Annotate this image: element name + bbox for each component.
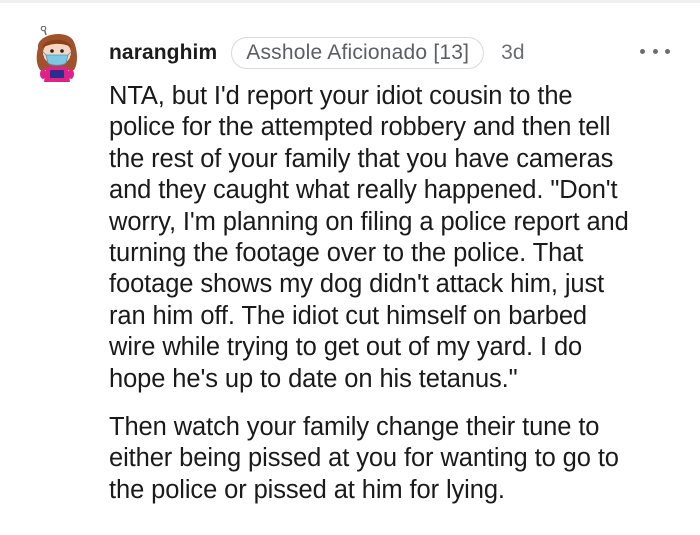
comment: naranghim Asshole Aficionado [13] 3d NTA…: [0, 0, 700, 535]
comment-line: worry, I'm planning on filing a police r…: [109, 207, 629, 236]
comment-line: NTA, but I'd report your idiot cousin to…: [109, 82, 573, 110]
comment-line: footage shows my dog didn't attack him, …: [109, 270, 605, 299]
comment-header: naranghim Asshole Aficionado [13] 3d: [109, 36, 525, 70]
user-flair: Asshole Aficionado [13]: [231, 37, 485, 69]
comment-line: police for the attempted robbery and the…: [109, 113, 611, 142]
comment-line: the police or pissed at him for lying.: [109, 475, 505, 504]
comment-paragraph: Then watch your family change their tune…: [109, 412, 684, 506]
comment-line: wire while trying to get out of my yard.…: [109, 333, 583, 362]
snoo-avatar-icon: [36, 25, 77, 82]
comment-body: NTA, but I'd report your idiot cousin to…: [109, 81, 684, 506]
comment-line: turning the footage over to the police. …: [109, 239, 584, 268]
timestamp[interactable]: 3d: [501, 41, 524, 65]
comment-paragraph: NTA, but I'd report your idiot cousin to…: [109, 81, 684, 395]
comment-line: ran him off. The idiot cut himself on ba…: [109, 301, 588, 330]
more-options-icon-dot: [640, 48, 645, 54]
more-options-icon-dot: [652, 48, 658, 54]
comment-line: the rest of your family that you have ca…: [109, 144, 614, 173]
comment-line: and they caught what really happened. "D…: [109, 176, 618, 205]
comment-line: Then watch your family change their tune…: [109, 413, 600, 442]
comment-line: hope he's up to date on his tetanus.": [109, 364, 518, 393]
more-options-button[interactable]: [640, 40, 670, 62]
comment-line: either being pissed at you for wanting t…: [109, 444, 619, 473]
more-options-icon-dot: [665, 48, 670, 54]
avatar[interactable]: [32, 25, 86, 84]
username-link[interactable]: naranghim: [109, 41, 217, 65]
